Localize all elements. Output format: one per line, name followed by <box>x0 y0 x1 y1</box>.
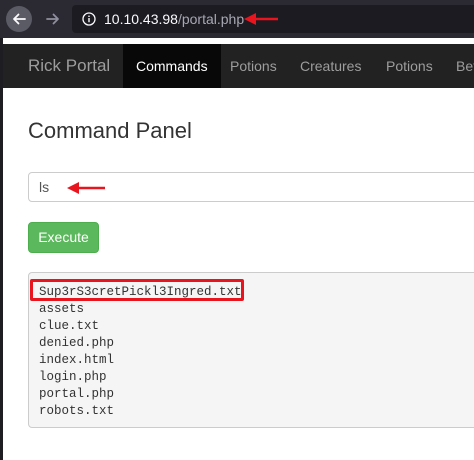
arrow-right-icon <box>46 13 59 25</box>
annotation-arrow-icon <box>67 182 105 194</box>
url-path: /portal.php <box>177 11 245 27</box>
output-line: assets <box>39 302 85 316</box>
page-viewport: Rick Portal Commands Potions Creatures P… <box>3 38 474 460</box>
nav-item-beth[interactable]: Beth <box>456 44 474 88</box>
brand-link[interactable]: Rick Portal <box>28 56 110 76</box>
output-line: robots.txt <box>39 404 115 418</box>
nav-item-potions-2[interactable]: Potions <box>386 44 433 88</box>
nav-item-creatures[interactable]: Creatures <box>300 44 361 88</box>
nav-item-commands[interactable]: Commands <box>123 44 221 88</box>
url-host: 10.10.43.98 <box>104 11 178 27</box>
back-button[interactable] <box>6 6 32 32</box>
info-circle-icon[interactable] <box>82 12 96 26</box>
output-line: clue.txt <box>39 319 100 333</box>
output-line: portal.php <box>39 387 115 401</box>
url-text: 10.10.43.98/portal.php <box>104 11 244 27</box>
site-navbar: Rick Portal Commands Potions Creatures P… <box>3 44 474 88</box>
nav-item-potions[interactable]: Potions <box>230 44 277 88</box>
annotation-highlight-box <box>30 279 244 301</box>
arrow-left-icon <box>13 13 26 25</box>
forward-button[interactable] <box>40 6 66 32</box>
output-line: login.php <box>39 370 107 384</box>
page-title: Command Panel <box>28 118 192 143</box>
output-line: denied.php <box>39 336 115 350</box>
output-line: index.html <box>39 353 115 367</box>
browser-toolbar: 10.10.43.98/portal.php <box>0 0 474 38</box>
execute-button[interactable]: Execute <box>28 222 99 253</box>
annotation-arrow-icon <box>244 13 278 25</box>
